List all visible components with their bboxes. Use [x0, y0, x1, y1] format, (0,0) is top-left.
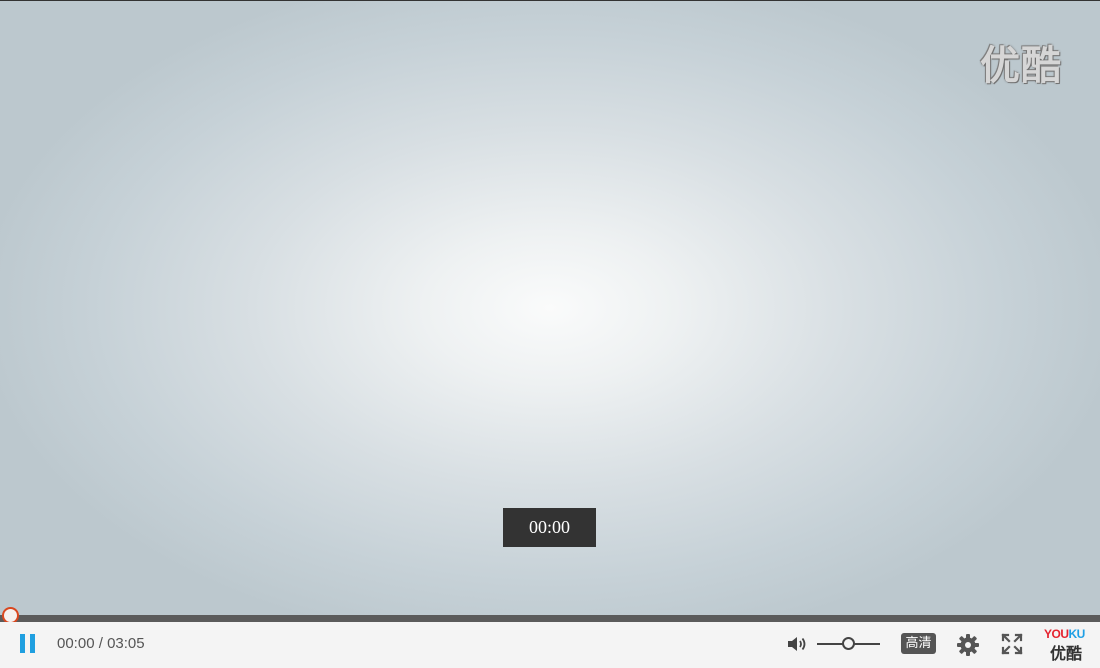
video-player: 优酷 00:00 00:00 / 03:05 高清 YOUKU 优酷 [0, 0, 1100, 668]
gear-icon [957, 634, 979, 656]
volume-button[interactable] [786, 633, 810, 655]
volume-slider[interactable] [817, 634, 881, 654]
volume-knob[interactable] [842, 637, 855, 650]
youku-watermark: 优酷 [980, 43, 1062, 89]
quality-button[interactable]: 高清 [901, 633, 936, 654]
current-time: 00:00 [57, 635, 95, 652]
youku-logo[interactable]: YOUKU 优酷 [1044, 627, 1092, 663]
pause-button[interactable] [19, 634, 37, 654]
time-display: 00:00 / 03:05 [57, 635, 145, 652]
control-bar: 00:00 / 03:05 高清 YOUKU 优酷 [0, 622, 1100, 668]
progress-bar[interactable] [0, 615, 1100, 622]
settings-button[interactable] [956, 633, 980, 657]
fullscreen-icon [1001, 633, 1023, 655]
video-canvas[interactable]: 优酷 00:00 [0, 0, 1100, 615]
pause-icon-bar [30, 634, 35, 653]
volume-icon [788, 637, 806, 651]
duration: 03:05 [107, 635, 145, 652]
seek-time-tooltip: 00:00 [503, 508, 596, 547]
time-separator: / [98, 635, 103, 652]
pause-icon [20, 634, 25, 653]
fullscreen-button[interactable] [1001, 633, 1023, 655]
youku-logo-text: YOUKU [1044, 627, 1085, 641]
youku-logo-chinese: 优酷 [1050, 644, 1083, 663]
